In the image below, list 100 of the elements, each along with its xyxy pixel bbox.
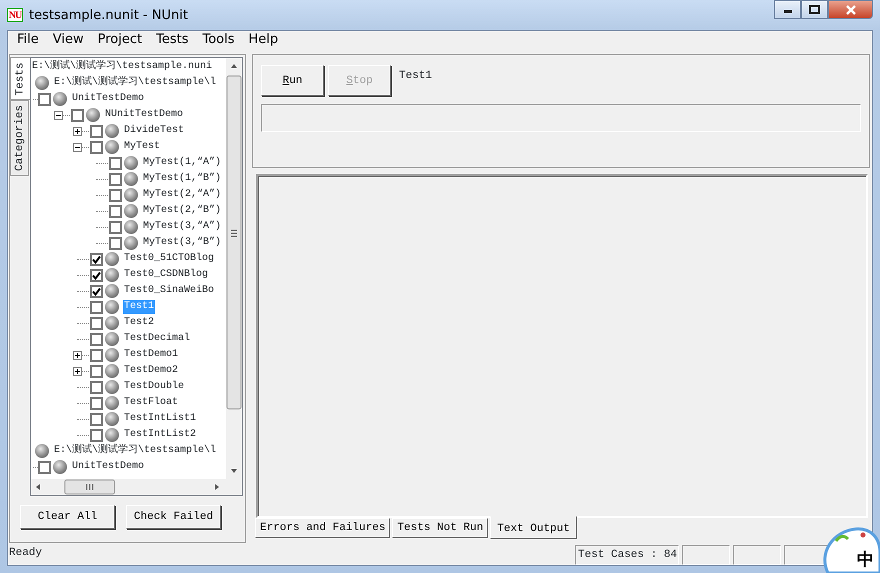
close-icon [844,4,856,14]
checkbox[interactable] [109,172,122,186]
checkbox[interactable] [90,140,103,154]
assembly-status-icon [35,444,49,458]
tree-item-label[interactable]: MyTest(3,“B”) [142,236,222,250]
expand-icon[interactable] [73,350,82,360]
test-status-icon [105,140,119,154]
test-status-icon [105,284,119,298]
test-status-icon [124,172,138,186]
test-status-icon [124,236,138,250]
test-status-icon [86,108,100,122]
tree-item-label[interactable]: MyTest(1,“B”) [142,172,222,186]
test-status-icon [124,220,138,234]
checkbox[interactable] [90,364,103,378]
status-panel: Test Cases : 84 [575,545,679,565]
side-tab[interactable]: Categories [10,100,29,176]
checkbox[interactable] [90,316,103,330]
checkbox[interactable] [90,252,103,266]
menu-item[interactable]: Tests [149,31,196,51]
tree-item-label[interactable]: NUnitTestDemo [104,108,184,122]
result-tab[interactable]: Errors and Failures [255,518,390,538]
run-button[interactable]: Run [261,65,324,96]
menu-item[interactable]: View [46,31,91,51]
status-text: Ready [8,546,44,561]
checkbox[interactable] [90,396,103,410]
tree-item-label[interactable]: MyTest [123,140,162,154]
tree-item-label[interactable]: MyTest(1,“A”) [142,156,222,170]
checkbox[interactable] [90,124,103,138]
tree-item-label[interactable]: MyTest(2,“A”) [142,188,222,202]
window-title: testsample.nunit - NUnit [29,8,188,22]
test-status-icon [105,396,119,410]
tree-item-label[interactable]: MyTest(3,“A”) [142,220,222,234]
checkbox[interactable] [109,204,122,218]
tree-item-label[interactable]: Test0_SinaWeiBo [123,284,216,298]
assembly-status-icon [35,76,49,90]
checkbox[interactable] [38,460,51,474]
checkbox[interactable] [71,108,84,122]
checkbox[interactable] [90,428,103,442]
minimize-button[interactable] [774,0,801,19]
test-status-icon [105,300,119,314]
test-status-icon [105,332,119,346]
tree-item-label[interactable]: Test2 [123,316,156,330]
project-path: E:\测试\测试学习\testsample.nuni [31,59,214,74]
checkbox[interactable] [90,332,103,346]
test-status-icon [53,460,67,474]
expand-icon[interactable] [73,126,82,136]
checkbox[interactable] [38,92,51,106]
test-status-icon [53,92,67,106]
collapse-icon[interactable] [54,110,63,120]
maximize-icon [809,5,820,14]
menu-item[interactable]: Project [90,31,150,51]
ime-toolbar[interactable]: 中 [808,523,880,573]
current-test-label: Test1 [399,70,432,82]
checkbox[interactable] [109,236,122,250]
expand-icon[interactable] [73,366,82,376]
test-status-icon [105,380,119,394]
menu-item[interactable]: File [10,31,46,51]
checkbox[interactable] [90,284,103,298]
status-panel [682,545,730,565]
tree-item-label[interactable]: UnitTestDemo [71,92,146,106]
checkbox[interactable] [109,188,122,202]
tree-item-label[interactable]: Test0_CSDNBlog [123,268,210,282]
test-status-icon [124,204,138,218]
tree-button[interactable]: Check Failed [126,505,221,529]
status-panel [733,545,781,565]
test-status-icon [105,268,119,282]
tree-item-label[interactable]: E:\测试\测试学习\testsample\l [53,76,218,90]
menu-item[interactable]: Tools [195,31,242,51]
checkbox[interactable] [90,300,103,314]
tree-item-label[interactable]: TestIntList1 [123,412,198,426]
tree-button[interactable]: Clear All [20,505,115,529]
result-tab[interactable]: Tests Not Run [392,518,488,538]
test-status-icon [105,316,119,330]
close-button[interactable] [828,0,873,19]
tree-item-label[interactable]: UnitTestDemo [71,460,146,474]
checkbox[interactable] [109,156,122,170]
tree-item-label[interactable]: DivideTest [123,124,186,138]
tree-item-label[interactable]: E:\测试\测试学习\testsample\l [53,444,218,458]
test-status-icon [105,412,119,426]
maximize-button[interactable] [801,0,828,19]
tree-item-label[interactable]: TestIntList2 [123,428,198,442]
collapse-icon[interactable] [73,142,82,152]
side-tab[interactable]: Tests [10,57,30,100]
tree-item-label[interactable]: TestDemo1 [123,348,180,362]
checkbox[interactable] [90,268,103,282]
checkbox[interactable] [90,412,103,426]
test-status-icon [105,124,119,138]
tree-item-label[interactable]: Test0_51CTOBlog [123,252,216,266]
test-status-icon [105,364,119,378]
tree-item-label[interactable]: TestFloat [123,396,180,410]
result-tab[interactable]: Text Output [490,516,577,539]
tree-item-label[interactable]: TestDouble [123,380,186,394]
tree-item-label[interactable]: TestDecimal [123,332,192,346]
checkbox[interactable] [90,348,103,362]
tree-item-label[interactable]: MyTest(2,“B”) [142,204,222,218]
menu-item[interactable]: Help [242,31,286,51]
checkbox[interactable] [109,220,122,234]
tree-item-label[interactable]: TestDemo2 [123,364,180,378]
test-status-icon [105,348,119,362]
checkbox[interactable] [90,380,103,394]
